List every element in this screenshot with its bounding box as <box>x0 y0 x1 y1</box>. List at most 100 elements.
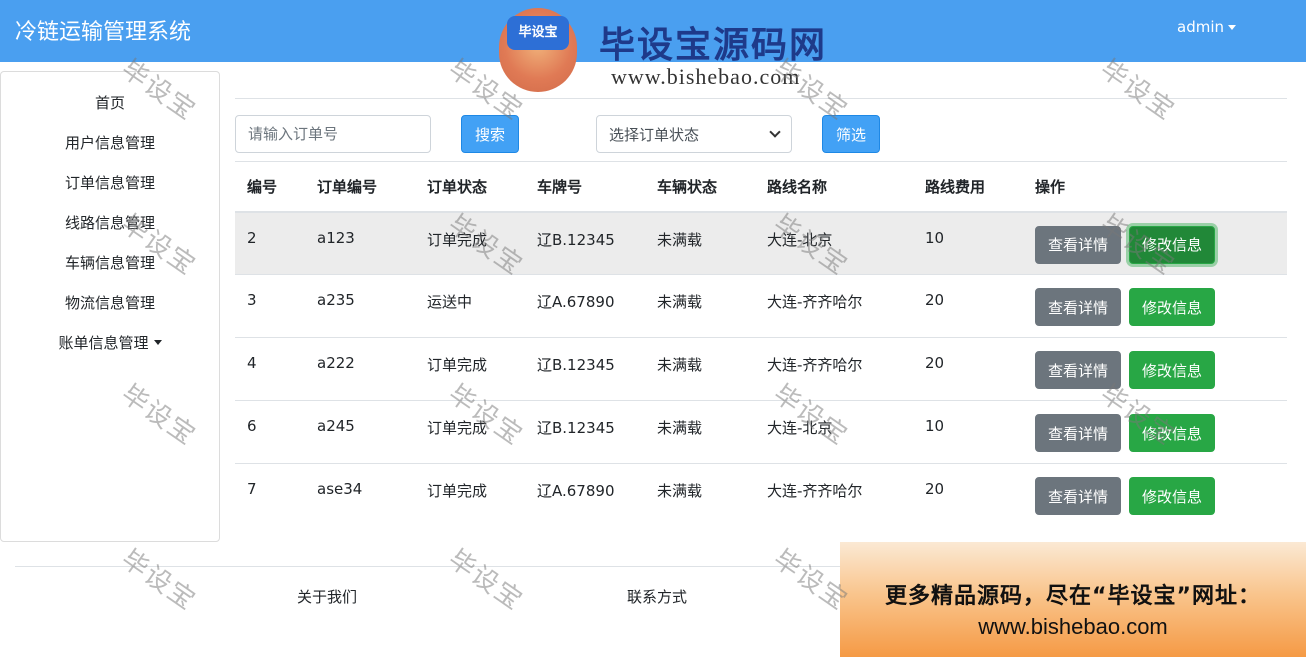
view-details-button[interactable]: 查看详情 <box>1035 351 1122 389</box>
edit-info-button[interactable]: 修改信息 <box>1129 288 1216 326</box>
sidebar-item-home[interactable]: 首页 <box>1 92 219 113</box>
col-header-vehicle-status: 车辆状态 <box>645 161 755 213</box>
cell-order-no: a222 <box>305 337 415 401</box>
view-details-button[interactable]: 查看详情 <box>1035 477 1122 515</box>
watermark-text: 毕设宝 <box>115 544 202 617</box>
col-header-actions: 操作 <box>1023 161 1287 213</box>
footer-contact-link[interactable]: 联系方式 <box>627 586 687 607</box>
cell-actions: 查看详情 修改信息 <box>1023 211 1287 275</box>
sidebar-nav: 首页 用户信息管理 订单信息管理 线路信息管理 车辆信息管理 物流信息管理 账单… <box>0 71 220 542</box>
filter-button[interactable]: 筛选 <box>822 115 880 153</box>
table-row: 6 a245 订单完成 辽B.12345 未满载 大连-北京 10 查看详情 修… <box>235 400 1287 464</box>
orders-table: 编号 订单编号 订单状态 车牌号 车辆状态 路线名称 路线费用 操作 2 a12… <box>235 161 1287 527</box>
cell-actions: 查看详情 修改信息 <box>1023 400 1287 464</box>
cell-cost: 10 <box>913 400 1023 464</box>
sidebar-item-vehicles[interactable]: 车辆信息管理 <box>1 252 219 273</box>
sidebar-item-logistics[interactable]: 物流信息管理 <box>1 292 219 313</box>
logo-title: 毕设宝源码网 <box>599 25 828 66</box>
cell-id: 2 <box>235 211 305 275</box>
sidebar-item-label: 订单信息管理 <box>64 174 155 192</box>
watermark-text: 毕设宝 <box>442 544 529 617</box>
order-status-select[interactable]: 选择订单状态 <box>596 115 792 153</box>
cell-actions: 查看详情 修改信息 <box>1023 274 1287 338</box>
edit-info-button[interactable]: 修改信息 <box>1129 351 1216 389</box>
section-divider <box>235 98 1287 99</box>
edit-info-button[interactable]: 修改信息 <box>1129 477 1216 515</box>
cell-cost: 20 <box>913 274 1023 338</box>
table-row: 3 a235 运送中 辽A.67890 未满载 大连-齐齐哈尔 20 查看详情 … <box>235 274 1287 338</box>
cell-order-status: 订单完成 <box>415 400 525 464</box>
search-button[interactable]: 搜索 <box>461 115 519 153</box>
cell-order-no: ase34 <box>305 463 415 527</box>
sidebar-item-bills[interactable]: 账单信息管理 <box>1 332 219 353</box>
cell-route: 大连-齐齐哈尔 <box>755 274 913 338</box>
logo-badge-icon: 毕设宝 <box>499 8 577 92</box>
cell-id: 7 <box>235 463 305 527</box>
sidebar-item-routes[interactable]: 线路信息管理 <box>1 212 219 233</box>
watermark-logo: 毕设宝 毕设宝源码网 www.bishebao.com <box>481 0 875 97</box>
cell-route: 大连-北京 <box>755 211 913 275</box>
sidebar-item-orders[interactable]: 订单信息管理 <box>1 172 219 193</box>
ad-url: www.bishebao.com <box>978 614 1168 639</box>
col-header-route: 路线名称 <box>755 161 913 213</box>
table-header-row: 编号 订单编号 订单状态 车牌号 车辆状态 路线名称 路线费用 操作 <box>235 161 1287 213</box>
col-header-order-status: 订单状态 <box>415 161 525 213</box>
edit-info-button[interactable]: 修改信息 <box>1129 414 1216 452</box>
cell-plate: 辽A.67890 <box>525 463 645 527</box>
cell-vehicle-status: 未满载 <box>645 463 755 527</box>
sidebar-item-label: 线路信息管理 <box>64 214 155 232</box>
cell-id: 3 <box>235 274 305 338</box>
view-details-button[interactable]: 查看详情 <box>1035 414 1122 452</box>
table-row: 4 a222 订单完成 辽B.12345 未满载 大连-齐齐哈尔 20 查看详情… <box>235 337 1287 401</box>
cell-order-status: 订单完成 <box>415 463 525 527</box>
user-menu-toggle[interactable]: admin <box>1177 18 1236 36</box>
cell-route: 大连-齐齐哈尔 <box>755 337 913 401</box>
cell-vehicle-status: 未满载 <box>645 400 755 464</box>
cell-order-status: 运送中 <box>415 274 525 338</box>
col-header-id: 编号 <box>235 161 305 213</box>
logo-url: www.bishebao.com <box>611 64 801 89</box>
sidebar-item-label: 车辆信息管理 <box>64 254 155 272</box>
edit-info-button[interactable]: 修改信息 <box>1129 225 1216 264</box>
sidebar-item-label: 用户信息管理 <box>64 134 155 152</box>
logo-badge-text: 毕设宝 <box>507 16 569 50</box>
chevron-down-icon <box>769 126 781 138</box>
cell-vehicle-status: 未满载 <box>645 211 755 275</box>
view-details-button[interactable]: 查看详情 <box>1035 225 1122 264</box>
app-brand[interactable]: 冷链运输管理系统 <box>15 14 191 46</box>
cell-actions: 查看详情 修改信息 <box>1023 463 1287 527</box>
table-row: 7 ase34 订单完成 辽A.67890 未满载 大连-齐齐哈尔 20 查看详… <box>235 463 1287 527</box>
order-search-input[interactable] <box>235 115 431 153</box>
caret-down-icon <box>153 340 162 345</box>
cell-cost: 10 <box>913 211 1023 275</box>
caret-down-icon <box>1228 24 1236 30</box>
footer-about-link[interactable]: 关于我们 <box>297 586 357 607</box>
cell-plate: 辽B.12345 <box>525 337 645 401</box>
order-status-select-value: 选择订单状态 <box>609 125 700 144</box>
cell-order-status: 订单完成 <box>415 211 525 275</box>
col-header-plate: 车牌号 <box>525 161 645 213</box>
view-details-button[interactable]: 查看详情 <box>1035 288 1122 326</box>
cell-route: 大连-北京 <box>755 400 913 464</box>
cell-cost: 20 <box>913 337 1023 401</box>
cell-vehicle-status: 未满载 <box>645 337 755 401</box>
table-row: 2 a123 订单完成 辽B.12345 未满载 大连-北京 10 查看详情 修… <box>235 211 1287 275</box>
cell-id: 6 <box>235 400 305 464</box>
cell-plate: 辽A.67890 <box>525 274 645 338</box>
cell-plate: 辽B.12345 <box>525 211 645 275</box>
cell-cost: 20 <box>913 463 1023 527</box>
sidebar-item-users[interactable]: 用户信息管理 <box>1 132 219 153</box>
col-header-cost: 路线费用 <box>913 161 1023 213</box>
cell-order-status: 订单完成 <box>415 337 525 401</box>
sidebar-item-label: 账单信息管理 <box>58 334 149 352</box>
cell-route: 大连-齐齐哈尔 <box>755 463 913 527</box>
cell-order-no: a123 <box>305 211 415 275</box>
col-header-order-no: 订单编号 <box>305 161 415 213</box>
cell-id: 4 <box>235 337 305 401</box>
cell-order-no: a235 <box>305 274 415 338</box>
sidebar-item-label: 物流信息管理 <box>64 294 155 312</box>
cell-order-no: a245 <box>305 400 415 464</box>
sidebar-item-label: 首页 <box>94 94 125 112</box>
cell-plate: 辽B.12345 <box>525 400 645 464</box>
cell-actions: 查看详情 修改信息 <box>1023 337 1287 401</box>
